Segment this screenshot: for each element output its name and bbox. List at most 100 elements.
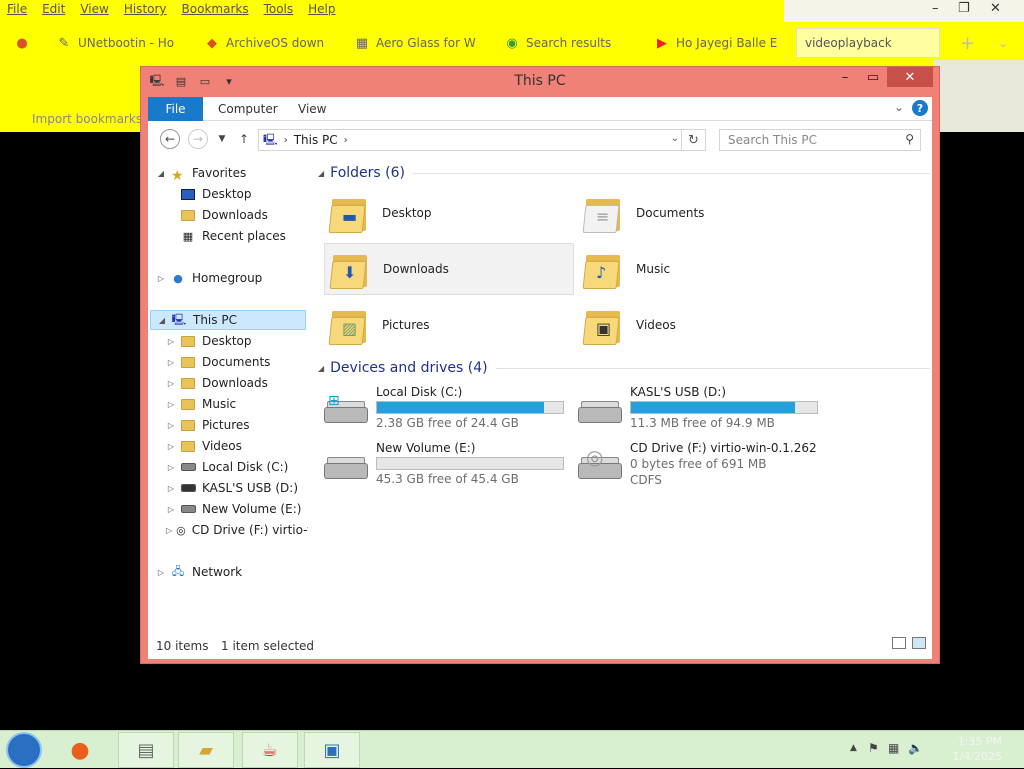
network-tray-icon[interactable]: ▦ [888, 741, 899, 755]
drive-d[interactable]: KASL'S USB (D:) 11.3 MB free of 94.9 MB [572, 385, 822, 437]
nav-pc-drive-f[interactable]: ▷ ◎ CD Drive (F:) virtio-v [166, 520, 308, 540]
close-icon[interactable]: ✕ [990, 1, 1001, 16]
start-button[interactable] [6, 732, 42, 768]
tab-archiveos[interactable]: ◆ ArchiveOS down [196, 28, 346, 58]
taskbar-explorer[interactable]: ▰ [178, 732, 234, 768]
forward-button[interactable]: → [188, 129, 208, 149]
window-titlebar[interactable]: 🖳 ▤ ▭ ▾ This PC – ▭ ✕ [141, 67, 939, 97]
nav-label: Recent places [202, 229, 286, 243]
drive-icon [180, 463, 196, 471]
nav-recent-places[interactable]: ▦ Recent places [166, 226, 286, 246]
minimize-icon[interactable]: – [932, 1, 939, 16]
drive-f[interactable]: ◎ CD Drive (F:) virtio-win-0.1.262 0 byt… [572, 441, 822, 505]
back-button[interactable]: ← [160, 129, 180, 149]
drive-usage-bar [376, 401, 564, 414]
nav-pc-videos[interactable]: ▷ Videos [166, 436, 242, 456]
tab-aeroglass[interactable]: ▦ Aero Glass for W [346, 28, 496, 58]
recent-locations-icon[interactable]: ▼ [212, 129, 232, 149]
menu-help[interactable]: Help [301, 0, 343, 22]
nav-pc-drive-d[interactable]: ▷ KASL'S USB (D:) [166, 478, 298, 498]
ribbon-tab-view[interactable]: View [298, 102, 326, 116]
folder-label: Documents [636, 206, 705, 220]
nav-network[interactable]: ▷ 🖧 Network [156, 562, 242, 582]
ribbon-tabs: File Computer View ⌄ ? [148, 97, 932, 121]
menu-file[interactable]: File [0, 0, 35, 22]
minimize-button[interactable]: – [831, 67, 859, 87]
nav-this-pc[interactable]: ◢ 🖳 This PC [150, 310, 306, 330]
address-bar[interactable]: 🖳 › This PC › ⌄ ↻ [258, 129, 706, 151]
address-dropdown-icon[interactable]: ⌄ [671, 133, 679, 144]
show-hidden-icons[interactable]: ▲ [850, 743, 857, 753]
maximize-button[interactable]: ▭ [859, 67, 887, 87]
ribbon-tab-computer[interactable]: Computer [218, 102, 278, 116]
folder-icon [181, 440, 195, 452]
refresh-button[interactable]: ↻ [681, 130, 705, 150]
windows-drive-icon: ⊞ [324, 393, 368, 429]
menu-bookmarks[interactable]: Bookmarks [175, 0, 257, 22]
drive-icon [180, 505, 196, 513]
up-button[interactable]: ↑ [234, 129, 254, 149]
tab-search-results[interactable]: ◉ Search results [496, 28, 646, 58]
new-tab-icon[interactable]: + [952, 28, 980, 58]
nav-pc-music[interactable]: ▷ Music [166, 394, 236, 414]
folder-label: Music [636, 262, 671, 276]
restore-icon[interactable]: ❐ [958, 1, 970, 16]
ribbon-tab-file[interactable]: File [148, 97, 203, 121]
nav-pc-documents[interactable]: ▷ Documents [166, 352, 271, 372]
nav-pc-downloads[interactable]: ▷ Downloads [166, 373, 268, 393]
breadcrumb-this-pc[interactable]: This PC [294, 133, 338, 147]
help-icon[interactable]: ? [912, 100, 928, 116]
tab-label: UNetbootin - Ho [78, 36, 175, 50]
folder-label: Videos [636, 318, 676, 332]
details-view-icon[interactable] [892, 637, 906, 649]
folder-pictures[interactable]: ▨ Pictures [324, 299, 574, 351]
taskbar-remote-desktop[interactable]: ▣ [304, 732, 360, 768]
tab-unetbootin[interactable]: ✎ UNetbootin - Ho [48, 28, 198, 58]
firefox-menu-icon[interactable]: ● [6, 28, 36, 58]
clock-date: 1/4/2025 [952, 750, 1002, 763]
menu-history[interactable]: History [117, 0, 175, 22]
folder-videos[interactable]: ▣ Videos [578, 299, 828, 351]
search-input[interactable]: Search This PC ⚲ [719, 129, 921, 151]
large-icons-view-icon[interactable] [912, 637, 926, 649]
search-icon: ⚲ [905, 132, 914, 146]
breadcrumb-separator-icon[interactable]: › [344, 135, 348, 146]
tab-videoplayback[interactable]: videoplayback [796, 28, 940, 58]
tab-youtube[interactable]: ▶ Ho Jayegi Balle E [646, 28, 796, 58]
nav-label: Pictures [202, 418, 250, 432]
nav-pc-drive-c[interactable]: ▷ Local Disk (C:) [166, 457, 288, 477]
drive-e[interactable]: New Volume (E:) 45.3 GB free of 45.4 GB [318, 441, 568, 493]
taskbar-java[interactable]: ☕ [242, 732, 298, 768]
menu-tools[interactable]: Tools [257, 0, 302, 22]
nav-pc-drive-e[interactable]: ▷ New Volume (E:) [166, 499, 302, 519]
tab-list-icon[interactable]: ⌄ [990, 28, 1018, 58]
clock[interactable]: 1:35 PM 1/4/2025 [953, 734, 1002, 764]
folder-desktop[interactable]: ▬ Desktop [324, 187, 574, 239]
drives-group-header[interactable]: ◢ Devices and drives (4) [318, 358, 930, 378]
folder-documents[interactable]: ≡ Documents [578, 187, 828, 239]
menu-view[interactable]: View [73, 0, 116, 22]
drive-c[interactable]: ⊞ Local Disk (C:) 2.38 GB free of 24.4 G… [318, 385, 568, 437]
taskbar-unetbootin[interactable]: ▤ [118, 732, 174, 768]
folder-downloads[interactable]: ⬇ Downloads [324, 243, 574, 295]
tab-label: Search results [526, 36, 612, 50]
bookmark-import-link[interactable]: Import bookmarks... [32, 112, 154, 126]
nav-desktop[interactable]: Desktop [166, 184, 252, 204]
volume-muted-icon[interactable]: 🔈 [908, 741, 923, 755]
menu-edit[interactable]: Edit [35, 0, 73, 22]
expand-ribbon-icon[interactable]: ⌄ [894, 100, 904, 114]
nav-favorites[interactable]: ◢ ★ Favorites [156, 163, 246, 184]
firefox-icon: ● [70, 737, 90, 763]
taskbar-firefox[interactable]: ● [52, 732, 108, 768]
explorer-window: 🖳 ▤ ▭ ▾ This PC – ▭ ✕ File Computer View… [140, 66, 940, 664]
nav-pc-pictures[interactable]: ▷ Pictures [166, 415, 250, 435]
folders-group-header[interactable]: ◢ Folders (6) [318, 163, 930, 183]
close-button[interactable]: ✕ [887, 67, 933, 87]
breadcrumb-separator-icon[interactable]: › [284, 135, 288, 146]
nav-homegroup[interactable]: ▷ ● Homegroup [156, 268, 262, 288]
folder-music[interactable]: ♪ Music [578, 243, 828, 295]
drive-usage-bar [376, 457, 564, 470]
nav-pc-desktop[interactable]: ▷ Desktop [166, 331, 252, 351]
nav-downloads[interactable]: Downloads [166, 205, 268, 225]
flag-icon[interactable]: ⚑ [868, 741, 879, 755]
